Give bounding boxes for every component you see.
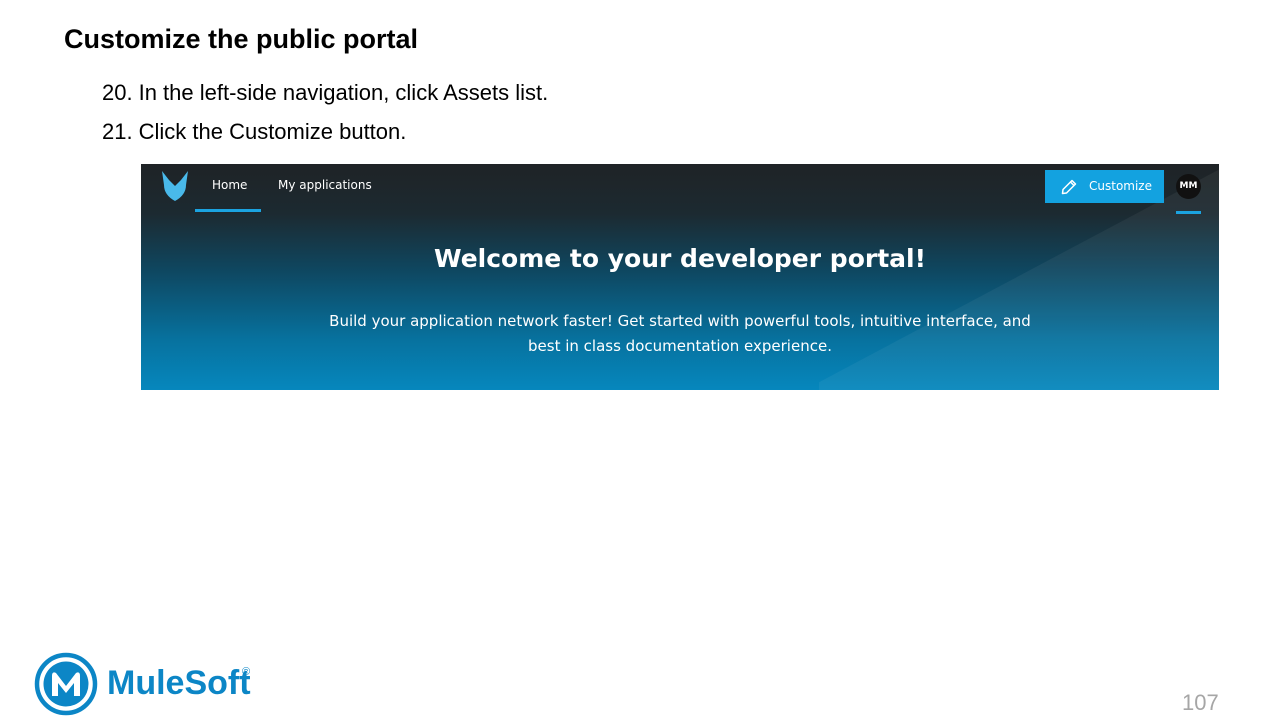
nav-item-my-applications[interactable]: My applications [278,177,372,193]
hero-title: Welcome to your developer portal! [434,244,926,273]
brand-name: MuleSoft [107,664,251,702]
active-tab-indicator [195,209,261,212]
customize-button[interactable]: Customize [1045,170,1164,203]
mulesoft-brand: MuleSoft ® [34,652,264,716]
pencil-icon [1061,179,1077,195]
page-number: 107 [1182,690,1219,715]
anypoint-portal-logo-icon[interactable] [159,169,191,203]
hero-subtitle-line-2: best in class documentation experience. [528,337,832,355]
registered-mark: ® [242,666,251,678]
portal-navbar: Home My applications Customize MM [141,164,1219,214]
step-item: 21. Click the Customize button. [102,117,548,156]
slide-title: Customize the public portal [64,24,419,54]
customize-label: Customize [1089,179,1152,193]
user-avatar[interactable]: MM [1176,174,1201,199]
step-number: 20. [102,80,133,105]
instruction-steps: 20. In the left-side navigation, click As… [102,78,548,156]
step-text: In the left-side navigation, click Asset… [138,80,549,105]
hero-subtitle-line-1: Build your application network faster! G… [329,312,1031,330]
step-text: Click the Customize button. [138,119,407,144]
nav-item-home[interactable]: Home [212,177,247,193]
hero-subtitle: Build your application network faster! G… [315,309,1045,359]
portal-screenshot: Home My applications Customize MM Welcom… [141,164,1219,390]
step-number: 21. [102,119,133,144]
mulesoft-logo-icon [34,652,98,716]
step-item: 20. In the left-side navigation, click As… [102,78,548,117]
avatar-indicator [1176,211,1201,214]
